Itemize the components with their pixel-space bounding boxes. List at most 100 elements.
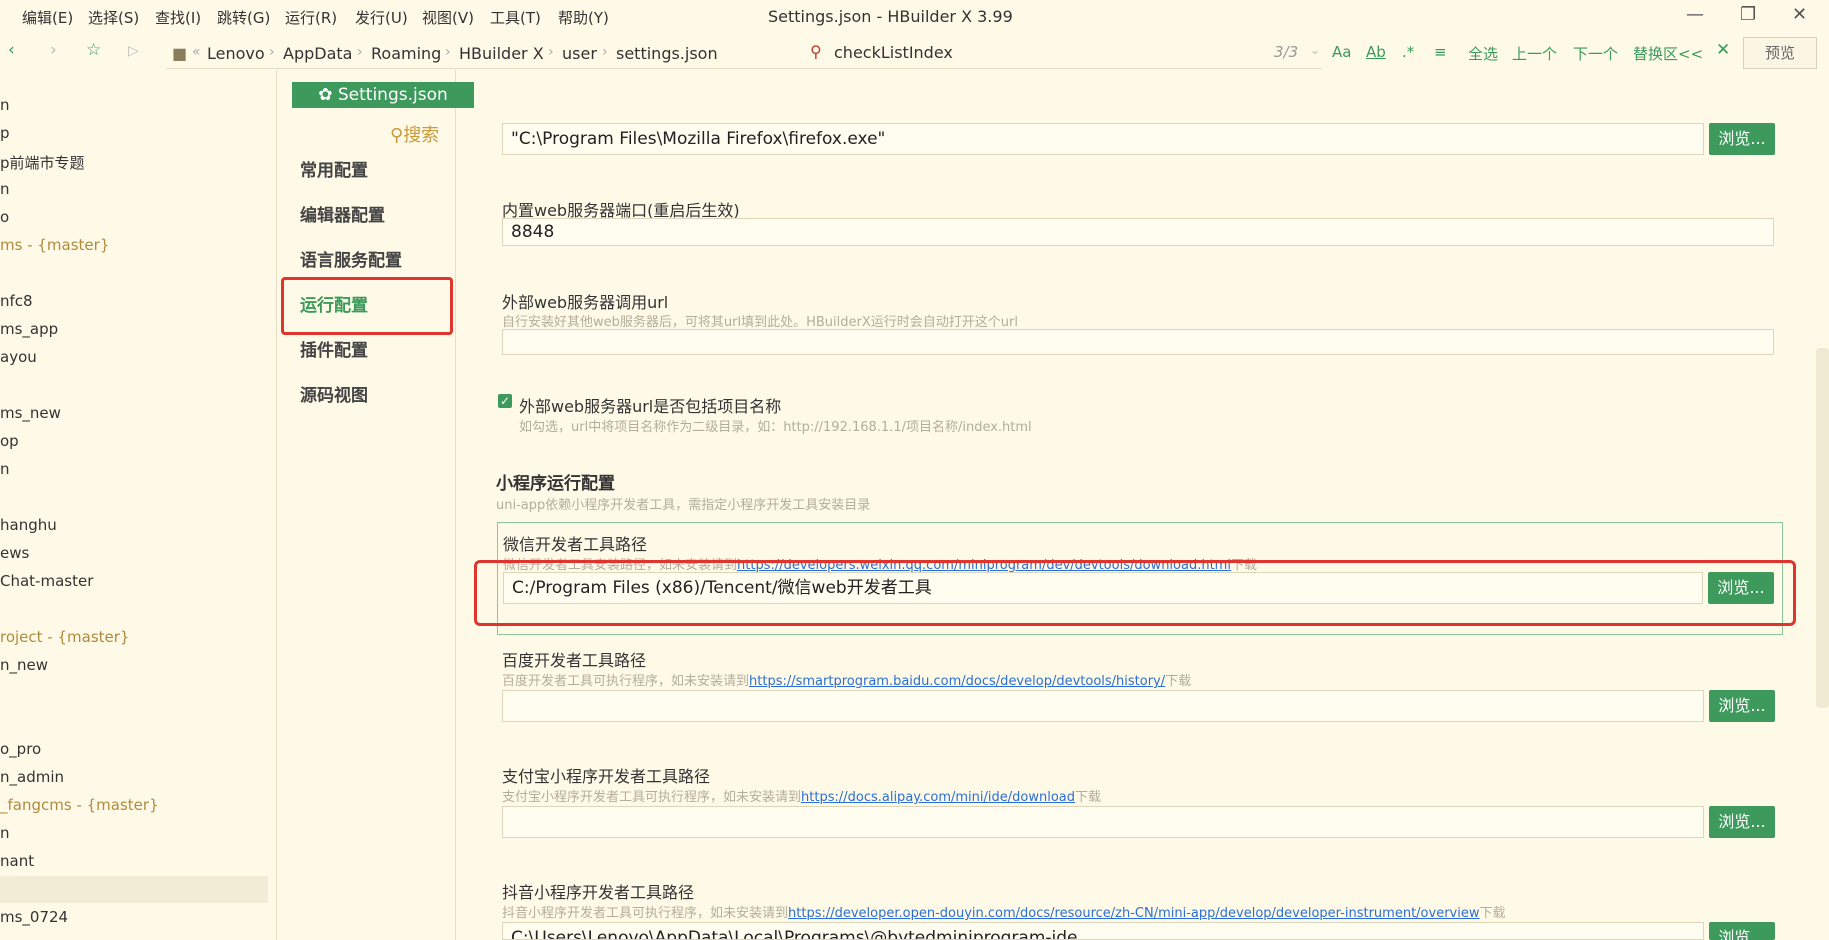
alipay-download-link[interactable]: https://docs.alipay.com/mini/ide/downloa… xyxy=(801,790,1075,805)
section-title: 小程序运行配置 xyxy=(496,474,615,494)
scrollbar[interactable] xyxy=(1816,348,1829,708)
tree-item[interactable]: hanghu xyxy=(0,516,57,534)
tree-item[interactable]: o xyxy=(0,208,9,226)
tree-item[interactable]: p前端市专题 xyxy=(0,152,85,173)
menu-tools[interactable]: 工具(T) xyxy=(490,7,541,28)
baidu-hint-text: 百度开发者工具可执行程序，如未安装请到 xyxy=(502,674,750,689)
breadcrumb-separator: › xyxy=(548,44,554,60)
breadcrumb-item[interactable]: AppData xyxy=(283,44,352,63)
tree-item[interactable]: nfc8 xyxy=(0,292,33,310)
match-case-icon[interactable]: Aa xyxy=(1332,43,1351,61)
baidu-path-input[interactable] xyxy=(502,690,1704,722)
alipay-hint-suffix: 下载 xyxy=(1075,790,1102,805)
close-icon[interactable]: ✕ xyxy=(1792,4,1807,25)
tree-item[interactable]: n xyxy=(0,180,10,198)
menu-view[interactable]: 视图(V) xyxy=(422,7,474,28)
baidu-download-link[interactable]: https://smartprogram.baidu.com/docs/deve… xyxy=(749,674,1165,689)
douyin-path-input[interactable]: C:\Users\Lenovo\AppData\Local\Programs\@… xyxy=(502,922,1704,940)
star-icon[interactable]: ☆ xyxy=(86,40,101,60)
nav-plugins[interactable]: 插件配置 xyxy=(300,336,368,361)
menu-select[interactable]: 选择(S) xyxy=(88,7,139,28)
douyin-download-link[interactable]: https://developer.open-douyin.com/docs/r… xyxy=(788,906,1479,921)
tree-item[interactable]: ms_app xyxy=(0,320,58,338)
minimize-icon[interactable]: — xyxy=(1686,4,1704,25)
find-count: 3/3 xyxy=(1274,43,1299,61)
find-input[interactable]: checkListIndex xyxy=(834,43,953,62)
nav-editor[interactable]: 编辑器配置 xyxy=(300,201,385,226)
alipay-path-input[interactable] xyxy=(502,806,1704,838)
preview-button[interactable]: 预览 xyxy=(1743,37,1817,69)
settings-search[interactable]: ⚲搜索 xyxy=(390,121,439,147)
breadcrumb-item[interactable]: settings.json xyxy=(616,44,718,63)
firefox-path-input[interactable]: "C:\Program Files\Mozilla Firefox\firefo… xyxy=(502,123,1704,155)
tree-item[interactable]: nant xyxy=(0,852,34,870)
find-prev-button[interactable]: 上一个 xyxy=(1512,43,1557,64)
baidu-label: 百度开发者工具路径 xyxy=(502,651,647,670)
replace-toggle-button[interactable]: 替换区<< xyxy=(1633,43,1703,64)
tree-item[interactable]: ews xyxy=(0,544,29,562)
douyin-label: 抖音小程序开发者工具路径 xyxy=(502,883,695,902)
alipay-hint-text: 支付宝小程序开发者工具可执行程序，如未安装请到 xyxy=(502,790,802,805)
wx-label: 微信开发者工具路径 xyxy=(503,535,648,554)
browse-button[interactable]: 浏览... xyxy=(1709,806,1775,838)
gear-icon: ✿ xyxy=(318,85,338,105)
breadcrumb-item[interactable]: HBuilder X xyxy=(459,44,544,63)
tree-item[interactable]: ms_0724 xyxy=(0,908,68,926)
port-input[interactable]: 8848 xyxy=(502,218,1774,246)
menu-goto[interactable]: 跳转(G) xyxy=(217,7,270,28)
tree-item[interactable]: roject - {master} xyxy=(0,628,129,646)
chevron-down-icon[interactable]: ⌄ xyxy=(1310,43,1320,57)
include-project-checkbox[interactable]: ✓ xyxy=(498,394,512,408)
tree-item[interactable]: _fangcms - {master} xyxy=(0,796,159,814)
browse-button[interactable]: 浏览... xyxy=(1709,922,1775,940)
ext-url-input[interactable] xyxy=(502,329,1774,355)
highlight-box xyxy=(281,277,453,335)
tree-item[interactable]: n_admin xyxy=(0,768,64,786)
baidu-hint-suffix: 下载 xyxy=(1165,674,1192,689)
breadcrumb-item[interactable]: Lenovo xyxy=(207,44,265,63)
tree-item[interactable]: ms - {master} xyxy=(0,236,109,254)
menu-edit[interactable]: 编辑(E) xyxy=(22,7,73,28)
tree-item[interactable]: n xyxy=(0,460,10,478)
forward-icon[interactable]: › xyxy=(50,40,57,60)
search-label: 搜索 xyxy=(403,125,440,146)
tree-item[interactable]: ayou xyxy=(0,348,37,366)
tree-item[interactable]: op xyxy=(0,432,19,450)
tree-item[interactable]: n_new xyxy=(0,656,48,674)
alipay-label: 支付宝小程序开发者工具路径 xyxy=(502,767,711,786)
menu-run[interactable]: 运行(R) xyxy=(285,7,337,28)
restore-icon[interactable]: ❐ xyxy=(1740,4,1756,25)
tree-item[interactable]: n xyxy=(0,96,10,114)
breadcrumb: ■ « Lenovo › AppData › Roaming › HBuilde… xyxy=(166,36,806,69)
breadcrumb-separator: › xyxy=(602,44,608,60)
section-hint: uni-app依赖小程序开发者工具，需指定小程序开发工具安装目录 xyxy=(496,498,871,513)
nav-source-view[interactable]: 源码视图 xyxy=(300,381,368,406)
whole-word-icon[interactable]: Ab xyxy=(1366,43,1386,61)
breadcrumb-item[interactable]: user xyxy=(562,44,597,63)
breadcrumb-separator: › xyxy=(269,44,275,60)
browse-button[interactable]: 浏览... xyxy=(1709,690,1775,722)
tree-item[interactable]: ms_new xyxy=(0,404,61,422)
regex-icon[interactable]: .* xyxy=(1402,43,1414,61)
tree-item[interactable]: p xyxy=(0,124,10,142)
baidu-hint: 百度开发者工具可执行程序，如未安装请到https://smartprogram.… xyxy=(502,670,1191,689)
back-icon[interactable]: ‹ xyxy=(8,40,15,60)
browse-button[interactable]: 浏览... xyxy=(1709,123,1775,155)
tree-item[interactable]: n xyxy=(0,824,10,842)
find-box[interactable]: ⚲ checkListIndex xyxy=(804,36,1322,69)
nav-language-service[interactable]: 语言服务配置 xyxy=(300,246,402,271)
tree-item[interactable]: o_pro xyxy=(0,740,41,758)
menu-publish[interactable]: 发行(U) xyxy=(355,7,408,28)
menu-lines-icon[interactable]: ≡ xyxy=(1434,43,1447,61)
tree-item[interactable]: Chat-master xyxy=(0,572,93,590)
search-icon: ⚲ xyxy=(810,42,822,61)
settings-tab[interactable]: ✿ Settings.json xyxy=(292,82,474,108)
menu-help[interactable]: 帮助(Y) xyxy=(558,7,609,28)
close-find-icon[interactable]: ✕ xyxy=(1716,40,1730,60)
breadcrumb-item[interactable]: Roaming xyxy=(371,44,441,63)
menu-find[interactable]: 查找(I) xyxy=(155,7,201,28)
nav-general[interactable]: 常用配置 xyxy=(300,156,368,181)
run-icon[interactable]: ▷ xyxy=(128,43,139,59)
select-all-button[interactable]: 全选 xyxy=(1468,43,1498,64)
find-next-button[interactable]: 下一个 xyxy=(1573,43,1618,64)
